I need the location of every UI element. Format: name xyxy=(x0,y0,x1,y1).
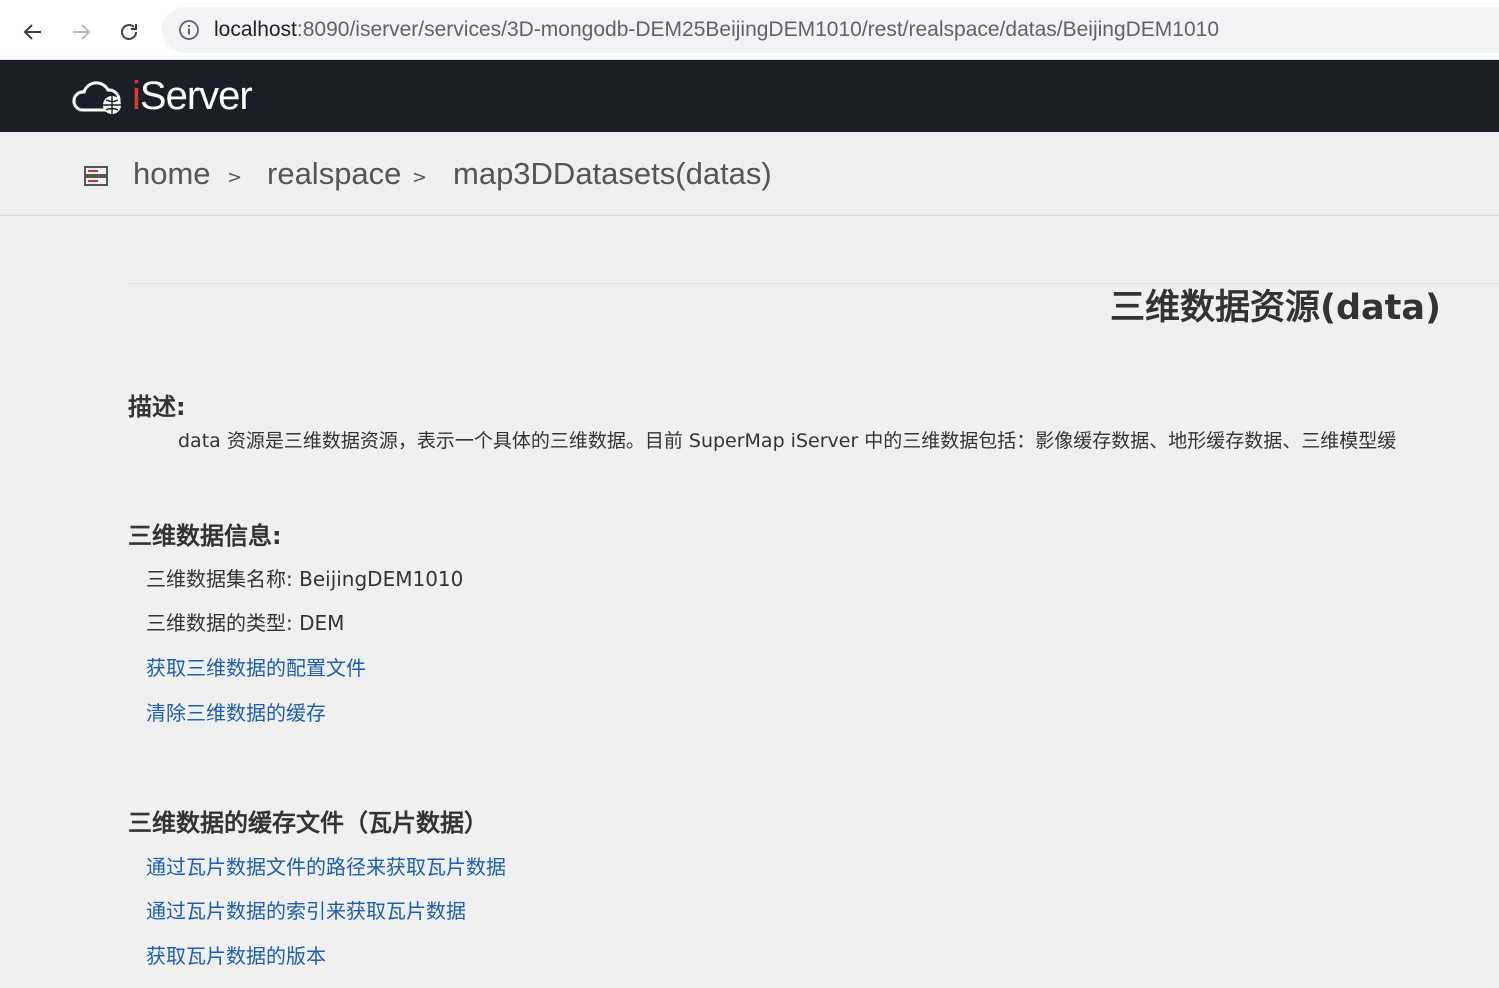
cloud-globe-icon xyxy=(72,81,121,114)
dataset-name-label: 三维数据集名称: xyxy=(146,567,293,591)
description-heading: 描述: xyxy=(128,393,186,421)
tile-by-path-link[interactable]: 通过瓦片数据文件的路径来获取瓦片数据 xyxy=(146,854,506,880)
dataset-type-label: 三维数据的类型: xyxy=(146,611,293,635)
clear-cache-link[interactable]: 清除三维数据的缓存 xyxy=(146,700,326,726)
breadcrumb-home[interactable]: home xyxy=(133,154,211,194)
forward-button[interactable] xyxy=(63,14,99,50)
breadcrumb-separator: > xyxy=(412,167,428,188)
reload-icon xyxy=(121,24,137,40)
logo-prefix: i xyxy=(132,74,141,118)
info-heading: 三维数据信息: xyxy=(128,522,282,550)
back-button[interactable] xyxy=(15,14,51,50)
get-config-link[interactable]: 获取三维数据的配置文件 xyxy=(146,655,366,681)
server-icon xyxy=(84,166,108,186)
dataset-name-row: 三维数据集名称: BeijingDEM1010 xyxy=(146,566,463,592)
breadcrumb-current: map3DDatasets(datas) xyxy=(453,156,772,191)
page-title: 三维数据资源(data) xyxy=(1109,288,1441,328)
arrow-right-icon xyxy=(73,24,91,40)
tile-version-link[interactable]: 获取瓦片数据的版本 xyxy=(146,943,326,969)
logo-text: iServer xyxy=(132,72,253,120)
cache-heading: 三维数据的缓存文件（瓦片数据） xyxy=(128,809,488,837)
tile-by-index-link[interactable]: 通过瓦片数据的索引来获取瓦片数据 xyxy=(146,898,466,924)
url-text: localhost:8090/iserver/services/3D-mongo… xyxy=(214,17,1219,43)
dataset-type-value: DEM xyxy=(299,611,345,635)
iserver-logo[interactable]: iServer xyxy=(70,72,253,120)
url-host: localhost xyxy=(214,18,297,41)
logo-rest: Server xyxy=(139,74,253,118)
divider xyxy=(128,283,1499,284)
breadcrumb: home > realspace > map3DDatasets(datas) xyxy=(0,132,1499,216)
app-header: iServer xyxy=(0,60,1499,132)
arrow-left-icon xyxy=(23,24,41,40)
reload-button[interactable] xyxy=(111,14,147,50)
url-path: :8090/iserver/services/3D-mongodb-DEM25B… xyxy=(296,18,1220,41)
dataset-type-row: 三维数据的类型: DEM xyxy=(146,610,344,636)
breadcrumb-realspace[interactable]: realspace xyxy=(267,154,401,194)
browser-toolbar: localhost:8090/iserver/services/3D-mongo… xyxy=(0,0,1499,60)
breadcrumb-separator: > xyxy=(227,167,243,188)
info-icon[interactable] xyxy=(178,19,200,41)
address-bar[interactable]: localhost:8090/iserver/services/3D-mongo… xyxy=(162,7,1499,53)
description-text: data 资源是三维数据资源，表示一个具体的三维数据。目前 SuperMap i… xyxy=(178,430,1397,452)
dataset-name-value: BeijingDEM1010 xyxy=(299,567,464,591)
